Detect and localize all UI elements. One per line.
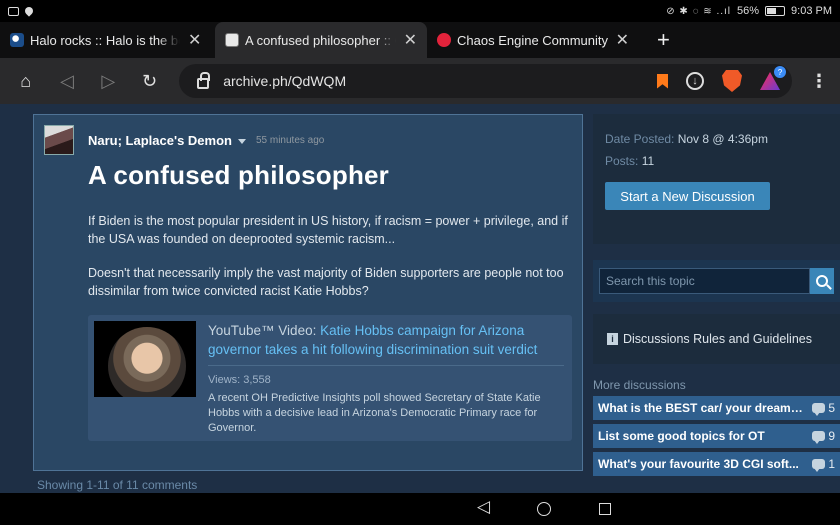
tab-confused-philosopher[interactable]: A confused philosopher :: Off T ✕ (215, 22, 427, 58)
rewards-button[interactable]: ? (760, 66, 786, 90)
back-icon[interactable]: ◁ (53, 67, 80, 95)
browser-toolbar: ⌂ ◁ ▷ ↻ archive.ph/QdWQM ↓ ? ⋮ (0, 58, 840, 104)
search-input[interactable]: Search this topic (599, 268, 811, 294)
archive-icon (225, 33, 239, 47)
youtube-embed[interactable]: YouTube™ Video: Katie Hobbs campaign for… (88, 315, 572, 441)
nav-home-icon[interactable] (537, 502, 551, 516)
date-posted: Date Posted: Nov 8 @ 4:36pm (605, 132, 768, 146)
post-paragraph: Doesn't that necessarily imply the vast … (88, 266, 564, 298)
system-icons: ⊘ ✱ ◌ ≋ ..ıl (666, 5, 731, 17)
close-icon[interactable]: ✕ (404, 30, 417, 50)
comment-icon (812, 459, 826, 472)
gallery-icon (8, 6, 19, 16)
search-icon (816, 275, 829, 287)
start-discussion-button[interactable]: Start a New Discussion (605, 182, 770, 210)
nav-back-icon[interactable] (477, 497, 490, 517)
tab-title: Halo rocks :: Halo is the best g (30, 32, 180, 48)
topic-search: Search this topic (593, 260, 840, 302)
address-bar[interactable]: archive.ph/QdWQM ↓ ? (179, 64, 792, 98)
rules-label: Discussions Rules and Guidelines (623, 332, 812, 346)
post-title: A confused philosopher (88, 160, 390, 190)
tab-title: Chaos Engine Community (457, 32, 608, 48)
video-thumbnail[interactable] (94, 321, 196, 397)
post-header: Naru; Laplace's Demon 55 minutes ago (44, 125, 324, 155)
search-button[interactable] (810, 268, 834, 294)
post-time: 55 minutes ago (255, 134, 325, 146)
reply-count: 5 (812, 401, 835, 416)
tab-halo[interactable]: Halo rocks :: Halo is the best g ✕ (0, 22, 215, 58)
chaos-icon (437, 33, 451, 47)
battery-icon (765, 6, 786, 16)
comment-count: Showing 1-11 of 11 comments (37, 478, 198, 492)
system-nav-bar (0, 493, 840, 525)
discussion-name: What's your favourite 3D CGI soft... (598, 457, 799, 471)
battery-percent: 56% (737, 5, 760, 17)
tab-strip: Halo rocks :: Halo is the best g ✕ A con… (0, 22, 840, 58)
close-icon[interactable]: ✕ (616, 30, 629, 50)
topic-info: Date Posted: Nov 8 @ 4:36pm Posts: 11 St… (593, 114, 840, 244)
discussion-name: What is the BEST car/ your dream ... (598, 401, 803, 415)
reload-icon[interactable]: ↻ (136, 67, 163, 95)
sidebar: Date Posted: Nov 8 @ 4:36pm Posts: 11 St… (593, 114, 840, 476)
system-status-bar: ⊘ ✱ ◌ ≋ ..ıl 56% 9:03 PM (0, 0, 840, 22)
reply-count: 9 (812, 429, 835, 444)
nav-recents-icon[interactable] (599, 503, 611, 515)
author-name[interactable]: Naru; Laplace's Demon (88, 133, 246, 148)
video-info: YouTube™ Video: Katie Hobbs campaign for… (208, 321, 564, 436)
comment-icon (812, 431, 826, 444)
menu-icon[interactable]: ⋮ (810, 71, 828, 92)
lock-icon (197, 71, 211, 89)
posts-count: Posts: 11 (605, 154, 655, 168)
discussion-item[interactable]: What is the BEST car/ your dream ... 5 (593, 396, 840, 420)
video-description: A recent OH Predictive Insights poll sho… (208, 392, 541, 434)
steam-icon (10, 33, 24, 47)
bookmark-icon[interactable] (657, 73, 668, 89)
avatar[interactable] (44, 125, 74, 155)
tab-title: A confused philosopher :: Off T (245, 32, 396, 48)
clock: 9:03 PM (791, 5, 832, 17)
discussion-name: List some good topics for OT (598, 429, 765, 443)
original-post: Naru; Laplace's Demon 55 minutes ago A c… (33, 114, 583, 471)
forward-icon[interactable]: ▷ (95, 67, 122, 95)
new-tab-button[interactable]: + (657, 27, 670, 53)
video-prefix: YouTube™ Video: (208, 323, 321, 338)
discussion-item[interactable]: What's your favourite 3D CGI soft... 1 (593, 452, 840, 476)
tab-chaos-engine[interactable]: Chaos Engine Community ✕ (427, 22, 639, 58)
more-discussions-title: More discussions (593, 378, 686, 392)
rewards-badge: ? (774, 66, 786, 78)
url-text[interactable]: archive.ph/QdWQM (223, 73, 346, 89)
video-views: Views: 3,558 (208, 374, 271, 386)
post-paragraph: If Biden is the most popular president i… (88, 214, 568, 246)
page-content: Naru; Laplace's Demon 55 minutes ago A c… (0, 104, 840, 493)
post-body: If Biden is the most popular president i… (88, 212, 568, 316)
reply-count: 1 (812, 457, 835, 472)
chevron-down-icon[interactable] (237, 138, 246, 144)
discussion-item[interactable]: List some good topics for OT 9 (593, 424, 840, 448)
video-title: YouTube™ Video: Katie Hobbs campaign for… (208, 321, 564, 366)
info-icon: i (607, 333, 618, 345)
close-icon[interactable]: ✕ (188, 30, 201, 50)
home-icon[interactable]: ⌂ (12, 67, 39, 95)
thumbnail-image (108, 327, 186, 397)
location-icon (23, 5, 35, 17)
comment-icon (812, 403, 826, 416)
download-icon[interactable]: ↓ (686, 72, 704, 90)
rules-link[interactable]: i Discussions Rules and Guidelines (593, 314, 840, 364)
brave-shields-icon[interactable] (722, 70, 742, 92)
